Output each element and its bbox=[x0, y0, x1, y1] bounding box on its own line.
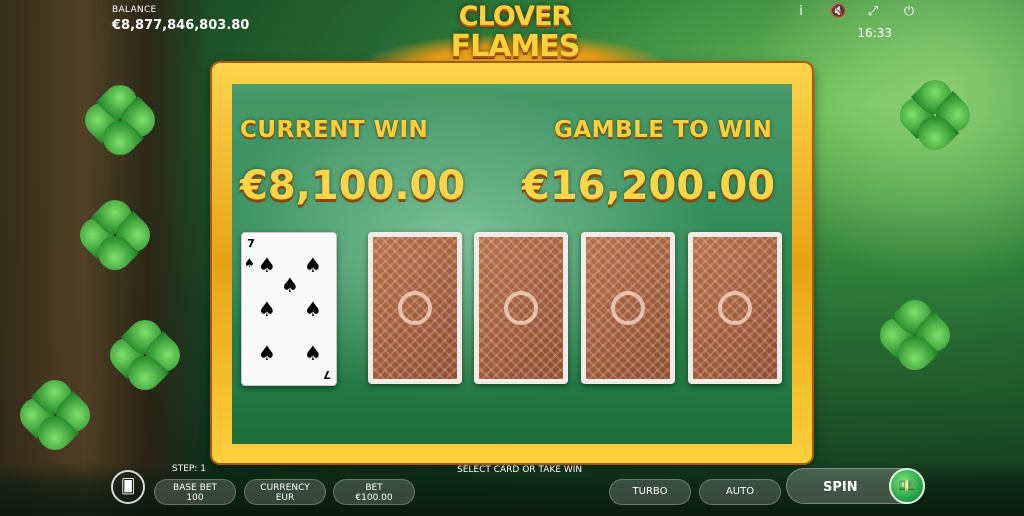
revealed-card: 7 ♠ ♠ ♠ ♠ ♠ ♠ ♠ ♠ 7 bbox=[241, 232, 337, 386]
hidden-card[interactable] bbox=[688, 232, 782, 384]
spade-icon: ♠ bbox=[304, 253, 322, 277]
hidden-card[interactable] bbox=[581, 232, 675, 384]
spade-icon: ♠ bbox=[258, 253, 276, 277]
card-suit-small: ♠ bbox=[244, 256, 255, 270]
currency-label: CURRENCY bbox=[260, 483, 310, 493]
hidden-card[interactable] bbox=[368, 232, 462, 384]
spade-icon: ♠ bbox=[304, 341, 322, 365]
clover-decoration bbox=[72, 192, 158, 278]
base-bet-value: 100 bbox=[186, 493, 204, 503]
currency-value: EUR bbox=[275, 493, 295, 503]
mute-icon[interactable]: 🔇 bbox=[830, 4, 846, 19]
card-back-emblem-icon bbox=[611, 291, 645, 325]
top-toolbar: i 🔇 ⤢ ⏻ bbox=[794, 4, 916, 19]
game-logo: CLOVER FLAMES bbox=[435, 2, 595, 62]
logo-line-1: CLOVER bbox=[458, 1, 572, 32]
status-message: SELECT CARD OR TAKE WIN bbox=[457, 465, 583, 475]
clover-decoration bbox=[872, 292, 958, 378]
logo-line-2: FLAMES bbox=[450, 29, 581, 64]
bet-label: BET bbox=[365, 483, 383, 493]
collect-money-icon[interactable]: 💵 bbox=[889, 468, 925, 504]
power-icon[interactable]: ⏻ bbox=[902, 4, 916, 19]
spade-icon: ♠ bbox=[258, 297, 276, 321]
bet-value: €100.00 bbox=[355, 493, 393, 503]
currency-display: CURRENCY EUR bbox=[244, 479, 326, 505]
gamble-to-win-value: €16,200.00 bbox=[522, 163, 776, 209]
clock: 16:33 bbox=[857, 26, 892, 40]
spade-icon: ♠ bbox=[304, 297, 322, 321]
clover-decoration bbox=[892, 72, 978, 158]
clover-decoration bbox=[12, 372, 98, 458]
base-bet-label: BASE BET bbox=[173, 483, 217, 493]
current-win-label: CURRENT WIN bbox=[240, 117, 429, 143]
bet-settings-icon[interactable]: 🂠 bbox=[111, 470, 145, 504]
auto-button[interactable]: AUTO bbox=[699, 479, 781, 505]
current-win-value: €8,100.00 bbox=[240, 163, 466, 209]
base-bet-display: BASE BET 100 bbox=[154, 479, 236, 505]
card-back-emblem-icon bbox=[504, 291, 538, 325]
gamble-to-win-label: GAMBLE TO WIN bbox=[554, 117, 773, 143]
spade-icon: ♠ bbox=[281, 273, 299, 297]
step-indicator: STEP: 1 bbox=[172, 464, 206, 474]
info-icon[interactable]: i bbox=[794, 4, 808, 19]
card-rank-bottom: 7 bbox=[323, 368, 331, 381]
spin-label: SPIN bbox=[823, 480, 858, 495]
balance-label: BALANCE bbox=[112, 5, 157, 15]
bet-display[interactable]: BET €100.00 bbox=[333, 479, 415, 505]
balance-value: €8,877,846,803.80 bbox=[112, 18, 250, 33]
turbo-button[interactable]: TURBO bbox=[609, 479, 691, 505]
spade-icon: ♠ bbox=[258, 341, 276, 365]
card-back-emblem-icon bbox=[398, 291, 432, 325]
card-back-emblem-icon bbox=[718, 291, 752, 325]
hidden-card[interactable] bbox=[474, 232, 568, 384]
fullscreen-icon[interactable]: ⤢ bbox=[866, 4, 880, 19]
card-rank-top: 7 bbox=[247, 237, 255, 250]
clover-decoration bbox=[77, 77, 163, 163]
clover-decoration bbox=[102, 312, 188, 398]
spin-button[interactable]: SPIN 💵 bbox=[786, 468, 925, 504]
